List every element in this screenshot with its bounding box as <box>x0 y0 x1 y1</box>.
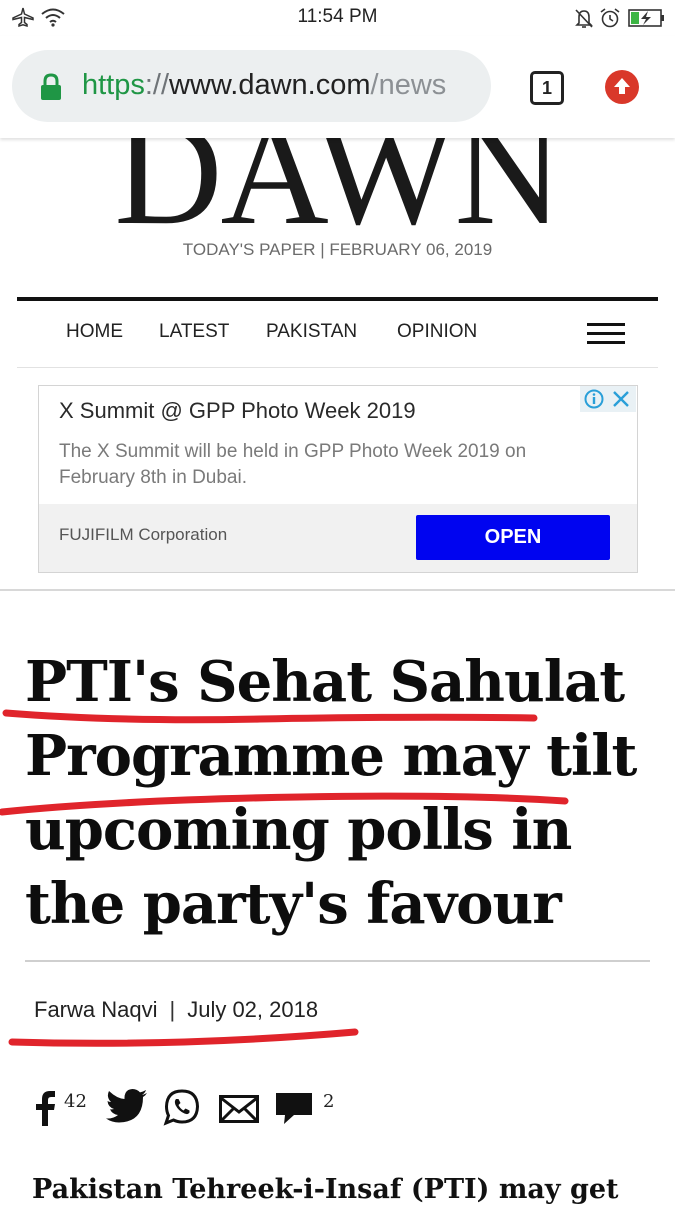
article-headline: PTI's Sehat Sahulat Programme may tilt u… <box>25 649 637 937</box>
comment-icon[interactable] <box>274 1091 314 1130</box>
url-scheme: https <box>82 69 145 101</box>
arrow-up-icon <box>614 78 630 94</box>
status-bar: 11:54 PM <box>0 0 675 36</box>
section-divider <box>0 589 675 591</box>
battery-charging-icon <box>628 8 666 33</box>
ad-advertiser: FUJIFILM Corporation <box>59 525 228 544</box>
main-nav: HOME LATEST PAKISTAN OPINION <box>17 301 658 368</box>
byline: Farwa Naqvi | July 02, 2018 <box>34 997 318 1023</box>
nav-item-opinion[interactable]: OPINION <box>397 321 477 343</box>
info-icon[interactable] <box>584 389 604 414</box>
ad-choices[interactable] <box>580 386 636 412</box>
author-link[interactable]: Farwa Naqvi <box>34 997 157 1022</box>
underline-mark <box>8 1028 359 1047</box>
url-host: www.dawn.com <box>169 69 371 101</box>
ad-title[interactable]: X Summit @ GPP Photo Week 2019 <box>59 398 416 424</box>
tab-switcher-button[interactable]: 1 <box>530 71 564 105</box>
hamburger-menu-icon[interactable] <box>587 323 625 345</box>
url-text: https://www.dawn.com/news <box>82 69 446 102</box>
email-icon[interactable] <box>219 1095 259 1128</box>
nav-item-home[interactable]: HOME <box>66 321 123 343</box>
close-icon[interactable] <box>612 390 630 413</box>
lock-icon <box>40 73 62 106</box>
url-separator: :// <box>144 69 170 101</box>
headline-divider <box>25 960 650 962</box>
alarm-icon <box>599 7 621 34</box>
article-body-first-line: Pakistan Tehreek-i-Insaf (PTI) may get <box>32 1174 619 1205</box>
byline-separator: | <box>169 997 176 1022</box>
upload-button[interactable] <box>605 70 639 104</box>
facebook-share-count: 42 <box>64 1091 87 1112</box>
whatsapp-icon[interactable] <box>163 1088 201 1131</box>
nav-item-pakistan[interactable]: PAKISTAN <box>266 321 357 343</box>
ad-banner[interactable]: X Summit @ GPP Photo Week 2019 The X Sum… <box>38 385 638 573</box>
ad-description: The X Summit will be held in GPP Photo W… <box>59 441 527 488</box>
nav-item-latest[interactable]: LATEST <box>159 321 229 343</box>
notifications-off-icon <box>573 7 595 34</box>
ad-open-button[interactable]: OPEN <box>416 515 610 560</box>
url-path: /news <box>370 69 447 101</box>
facebook-icon[interactable] <box>34 1090 58 1131</box>
twitter-icon[interactable] <box>106 1089 148 1128</box>
ad-footer: FUJIFILM Corporation OPEN <box>39 504 637 572</box>
share-bar: 42 2 <box>34 1085 354 1130</box>
publish-date: July 02, 2018 <box>187 997 319 1022</box>
address-bar[interactable]: https://www.dawn.com/news <box>12 50 491 122</box>
comment-count: 2 <box>323 1091 335 1112</box>
browser-toolbar: https://www.dawn.com/news 1 <box>0 36 675 138</box>
